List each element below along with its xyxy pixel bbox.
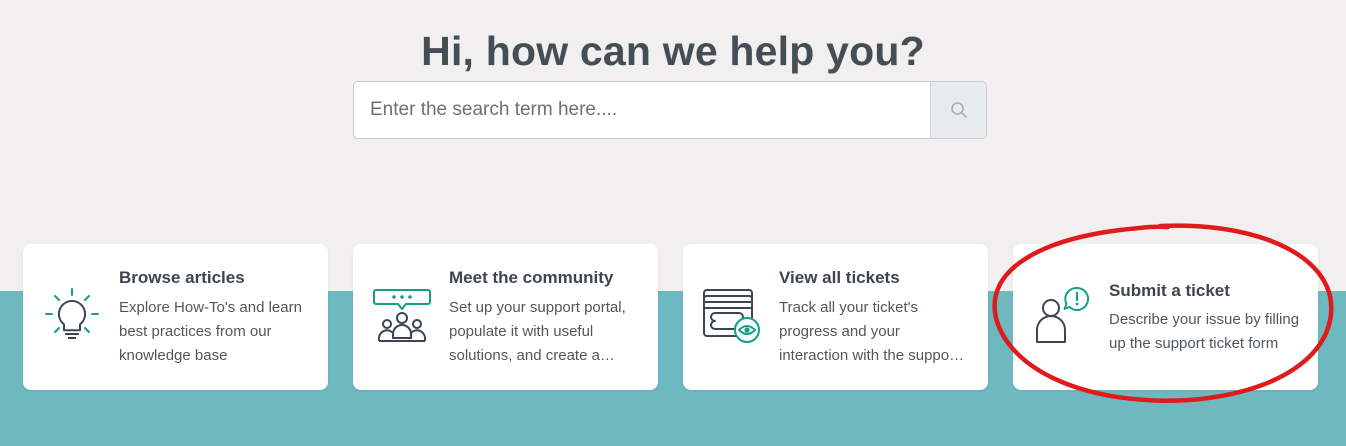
community-icon xyxy=(373,289,431,342)
search-icon xyxy=(950,102,967,118)
card-description-line: populate it with useful xyxy=(449,323,594,340)
page-title: Hi, how can we help you? xyxy=(421,28,925,74)
card-description-line: knowledge base xyxy=(119,347,228,364)
card-description-line: interaction with the suppo… xyxy=(779,347,965,364)
search-button[interactable] xyxy=(930,82,986,138)
card-description-line: Explore How-To's and learn xyxy=(119,299,302,316)
card-description: Set up your support portal, populate it … xyxy=(449,296,644,368)
card-description-line: solutions, and create a… xyxy=(449,347,615,364)
card-description-line: Describe your issue by filling xyxy=(1109,311,1300,328)
card-description-line: Set up your support portal, xyxy=(449,299,626,316)
card-description-line: Track all your ticket's xyxy=(779,299,919,316)
tickets-eye-icon xyxy=(703,289,760,343)
lightbulb-icon xyxy=(45,288,99,339)
card-title: Submit a ticket xyxy=(1109,281,1230,300)
card-title: Meet the community xyxy=(449,268,614,287)
card-description: Explore How-To's and learn best practice… xyxy=(119,296,314,368)
user-alert-icon xyxy=(1036,286,1089,343)
search-bar xyxy=(353,81,987,139)
search-input[interactable] xyxy=(354,82,930,138)
card-description-line: up the support ticket form xyxy=(1109,335,1279,352)
card-description: Describe your issue by filling up the su… xyxy=(1109,308,1304,356)
card-description: Track all your ticket's progress and you… xyxy=(779,296,974,368)
card-title: View all tickets xyxy=(779,268,900,287)
card-view-tickets[interactable]: View all tickets Track all your ticket's… xyxy=(683,244,988,390)
card-description-line: best practices from our xyxy=(119,323,272,340)
card-submit-ticket[interactable]: Submit a ticket Describe your issue by f… xyxy=(1013,244,1318,390)
card-browse-articles[interactable]: Browse articles Explore How-To's and lea… xyxy=(23,244,328,390)
card-title: Browse articles xyxy=(119,268,245,287)
card-meet-community[interactable]: Meet the community Set up your support p… xyxy=(353,244,658,390)
card-description-line: progress and your xyxy=(779,323,900,340)
